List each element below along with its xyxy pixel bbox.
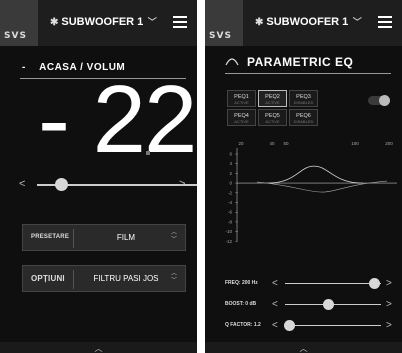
volume-decrease-icon[interactable]: < [19,178,25,190]
page-title: PARAMETRIC EQ [247,55,354,69]
x-tick-label: 20 [238,141,244,146]
up-down-chevron-icon[interactable]: ︿ ﹀ [171,230,177,244]
y-tick-label: 4 [229,161,232,166]
boost-increase-icon[interactable]: > [386,299,392,310]
peq-state: DISABLED [293,119,314,124]
chevron-down-icon: ﹀ [350,17,362,27]
x-tick-label: 100 [351,141,359,146]
top-bar: SVS ✱ SUBWOOFER 1 ﹀ [205,0,402,46]
menu-icon[interactable] [173,16,187,28]
device-selector[interactable]: ✱ SUBWOOFER 1 ﹀ [50,15,157,28]
chevron-up-icon[interactable]: ︿ [300,343,308,353]
peq-button-2[interactable]: PEQ2 ACTIVE [258,90,287,107]
eq-curve-icon [225,58,239,66]
qfactor-increase-icon[interactable]: > [386,320,392,331]
volume-value: - 22 [38,66,197,173]
y-tick-label: -4 [228,200,232,205]
peq-button-5[interactable]: PEQ5 ACTIVE [258,109,287,126]
peq-button-3[interactable]: PEQ3 DISABLED [289,90,318,107]
y-tick-label: 6 [229,152,232,157]
menu-icon[interactable] [378,16,392,28]
peq-button-4[interactable]: PEQ4 ACTIVE [227,109,256,126]
volume-increase-icon[interactable]: > [179,178,185,190]
boost-slider-thumb[interactable] [322,299,334,310]
chevron-up-icon[interactable]: ︿ [95,343,103,353]
logo: SVS [205,0,243,46]
freq-decrease-icon[interactable]: < [272,278,278,289]
x-tick-label: 40 [269,141,275,146]
boost-control: BOOST: 0 dB < > [205,298,402,312]
boost-label: BOOST: 0 dB [225,301,257,307]
qfactor-decrease-icon[interactable]: < [272,320,278,331]
device-selector[interactable]: ✱ SUBWOOFER 1 ﹀ [255,15,362,28]
y-tick-label: -8 [228,219,232,224]
boost-decrease-icon[interactable]: < [272,299,278,310]
freq-label: FREQ: 200 Hz [225,280,258,286]
bluetooth-icon: ✱ [255,17,264,28]
options-selector[interactable]: OPȚIUNI FILTRU PASI JOS ︿ ﹀ [22,265,186,292]
peq-state: ACTIVE [234,119,249,124]
bottom-tab[interactable]: ︿ [0,342,197,353]
boost-value: 0 dB [245,301,257,307]
freq-value: 200 Hz [241,280,258,286]
up-down-chevron-icon[interactable]: ︿ ﹀ [171,271,177,285]
logo: SVS [0,0,38,46]
freq-slider-thumb[interactable] [368,278,380,289]
options-value: FILTRU PASI JOS [93,274,159,283]
qfactor-slider-thumb[interactable] [284,320,296,331]
y-tick-label: -10 [225,229,232,234]
volume-screen: SVS ✱ SUBWOOFER 1 ﹀ - ACASA / VOLUM - 22 … [0,0,197,353]
toggle-knob[interactable] [379,95,390,106]
device-name: SUBWOOFER 1 [61,16,144,28]
peq-state: ACTIVE [265,100,280,105]
volume-dot [146,151,150,155]
peq-state: ACTIVE [234,100,249,105]
logo-text: SVS [4,31,27,41]
device-name: SUBWOOFER 1 [266,16,349,28]
bottom-tab[interactable]: ︿ [205,342,402,353]
qfactor-value: 1.2 [253,322,261,328]
chevron-down-icon: ﹀ [145,17,157,27]
peq-state: ACTIVE [265,119,280,124]
freq-increase-icon[interactable]: > [386,278,392,289]
options-label: OPȚIUNI [31,274,65,283]
y-tick-label: -12 [225,239,232,244]
divider [73,270,74,289]
y-tick-label: -2 [228,190,232,195]
logo-text: SVS [209,31,232,41]
y-tick-label: 0 [229,181,232,186]
parametric-eq-screen: SVS ✱ SUBWOOFER 1 ﹀ PARAMETRIC EQ PEQ1 ACT… [205,0,402,353]
qfactor-control: Q FACTOR: 1.2 < > [205,319,402,333]
volume-slider-thumb[interactable] [55,178,68,191]
y-tick-label: 2 [229,171,232,176]
divider [73,229,74,248]
qfactor-label: Q FACTOR: 1.2 [225,322,261,328]
x-tick-label: 50 [283,141,289,146]
preset-value: FILM [116,233,136,242]
peq-button-1[interactable]: PEQ1 ACTIVE [227,90,256,107]
eq-toggle[interactable] [368,95,390,106]
freq-slider-track[interactable] [285,283,381,284]
eq-graph: 20 40 50 100 2006420-2-4-6-8-10-12 [225,141,397,244]
x-tick-label: 200 [385,141,393,146]
peq-button-6[interactable]: PEQ6 DISABLED [289,109,318,126]
peq-state: DISABLED [293,100,314,105]
preset-selector[interactable]: PRESETARE FILM ︿ ﹀ [22,224,186,251]
title-underline [225,73,391,74]
top-bar: SVS ✱ SUBWOOFER 1 ﹀ [0,0,197,46]
preset-label: PRESETARE [31,234,70,240]
freq-control: FREQ: 200 Hz < > [205,277,402,291]
section-dash: - [22,62,26,73]
eq-peak-curve [266,165,364,184]
qfactor-slider-track[interactable] [285,325,381,326]
bluetooth-icon: ✱ [50,17,59,28]
y-tick-label: -6 [228,210,232,215]
